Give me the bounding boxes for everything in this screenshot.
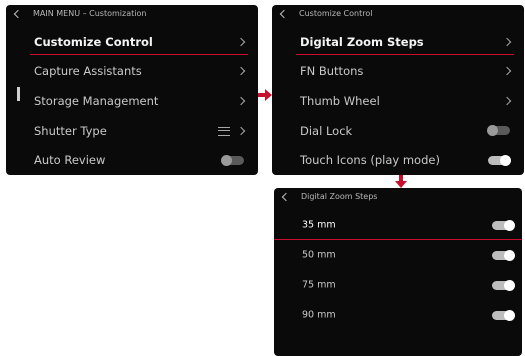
red-arrow-icon [395,175,407,188]
zoom-step-label: 75 mm [302,279,336,291]
panel-header: Customize Control [272,5,524,27]
zoom-step-toggle[interactable] [492,279,515,291]
toggle-knob [504,309,515,321]
menu-item-label: FN Buttons [300,64,364,79]
menu-item-label: Shutter Type [34,123,107,138]
zoom-step-toggle[interactable] [492,249,515,261]
dial-lock-toggle[interactable] [487,125,510,137]
customize-control-panel: Customize Control Digital Zoom Steps FN … [272,5,524,175]
red-arrow-icon [258,89,272,101]
menu-item-touch-icons[interactable]: Touch Icons (play mode) [272,145,524,175]
chevron-right-icon [236,37,246,47]
zoom-step-toggle[interactable] [492,219,515,231]
menu-item-label: Customize Control [34,34,153,49]
menu-item-fn-buttons[interactable]: FN Buttons [272,57,524,87]
shutter-mode-icon [218,126,230,136]
toggle-knob [487,125,498,137]
menu-item-dial-lock[interactable]: Dial Lock [272,116,524,146]
panel-header: Digital Zoom Steps [274,188,522,210]
menu-item-label: Capture Assistants [34,64,142,79]
menu-item-thumb-wheel[interactable]: Thumb Wheel [272,86,524,116]
main-menu-panel: MAIN MENU – Customization Customize Cont… [6,5,258,175]
menu-item-label: Storage Management [34,93,159,108]
menu-item-label: Auto Review [34,153,106,168]
toggle-knob [504,249,515,261]
chevron-left-icon[interactable] [13,9,23,19]
chevron-right-icon [502,67,512,76]
zoom-step-90mm[interactable]: 90 mm [274,300,522,330]
panel-header: MAIN MENU – Customization [6,5,258,27]
toggle-knob [500,154,511,166]
zoom-step-toggle[interactable] [492,309,515,321]
menu-item-capture-assistants[interactable]: Capture Assistants [6,57,258,87]
menu-item-label: Digital Zoom Steps [300,34,424,49]
chevron-left-icon[interactable] [281,192,291,202]
zoom-step-label: 90 mm [302,309,336,321]
touch-icons-toggle[interactable] [488,154,511,166]
chevron-left-icon[interactable] [279,9,289,19]
panel-title: Digital Zoom Steps [301,192,378,201]
menu-item-label: Touch Icons (play mode) [300,153,440,168]
menu-item-digital-zoom-steps[interactable]: Digital Zoom Steps [272,27,524,57]
auto-review-toggle[interactable] [221,154,244,166]
menu-item-customize-control[interactable]: Customize Control [6,27,258,57]
chevron-right-icon [502,37,512,47]
menu-item-auto-review[interactable]: Auto Review [6,145,258,175]
zoom-step-75mm[interactable]: 75 mm [274,270,522,300]
menu-item-shutter-type[interactable]: Shutter Type [6,116,258,146]
toggle-knob [221,154,232,166]
chevron-right-icon [236,126,246,135]
chevron-right-icon [502,96,512,106]
zoom-step-label: 35 mm [302,219,336,231]
menu-item-storage-management[interactable]: Storage Management [6,86,258,116]
menu-item-label: Dial Lock [300,123,353,138]
chevron-right-icon [236,96,246,106]
menu-item-label: Thumb Wheel [300,93,380,108]
chevron-right-icon [236,67,246,76]
zoom-step-label: 50 mm [302,249,336,261]
zoom-step-50mm[interactable]: 50 mm [274,240,522,270]
toggle-knob [504,219,515,231]
panel-title: Customize Control [299,9,373,18]
digital-zoom-steps-panel: Digital Zoom Steps 35 mm 50 mm 75 mm 90 … [274,188,522,356]
toggle-knob [504,279,515,291]
zoom-step-35mm[interactable]: 35 mm [274,210,522,240]
panel-title: MAIN MENU – Customization [33,9,147,18]
